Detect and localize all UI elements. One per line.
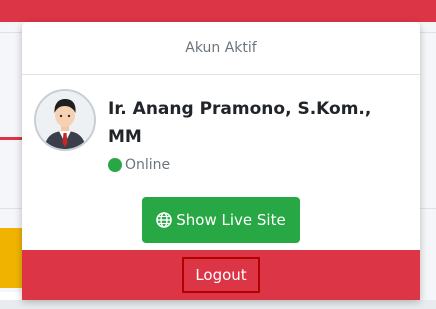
status-label: Online (125, 157, 171, 173)
divider (420, 208, 436, 209)
background-panel-right (420, 22, 436, 302)
divider (420, 32, 436, 33)
show-live-site-label: Show Live Site (176, 211, 286, 229)
user-info: Ir. Anang Pramono, S.Kom., MM Online (22, 75, 420, 190)
user-name: Ir. Anang Pramono, S.Kom., MM (108, 99, 372, 147)
background-bottom (0, 300, 436, 309)
user-dropdown-menu: Akun Aktif Ir. Anang Pramono, S.Kom., MM… (22, 22, 420, 300)
background-yellow-box (0, 228, 22, 288)
avatar (34, 89, 96, 151)
dropdown-header-title: Akun Aktif (185, 40, 257, 56)
dropdown-header: Akun Aktif (22, 22, 420, 75)
show-live-site-button[interactable]: Show Live Site (142, 197, 300, 243)
live-site-button-wrapper: Show Live Site (22, 197, 420, 243)
status-badge: Online (108, 157, 170, 173)
user-avatar-icon (36, 91, 94, 149)
navbar-background (0, 0, 436, 22)
online-status-dot-icon (108, 158, 122, 172)
divider (0, 32, 22, 33)
logout-button[interactable]: Logout (182, 257, 260, 293)
divider (0, 208, 22, 209)
dropdown-footer: Logout (22, 250, 420, 300)
divider-red (0, 137, 22, 140)
globe-icon (156, 212, 173, 228)
